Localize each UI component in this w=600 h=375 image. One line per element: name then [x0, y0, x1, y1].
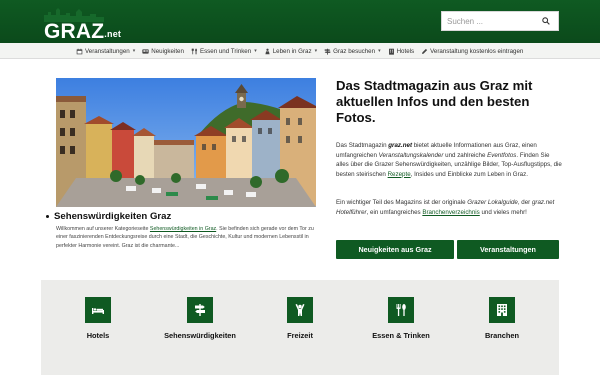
hero-caption-text: Willkommen auf unserer Kategorieseite Se…: [56, 225, 318, 250]
category-essen-trinken[interactable]: Essen & Trinken: [356, 297, 446, 340]
nav-label: Veranstaltung kostenlos eintragen: [430, 47, 524, 55]
nav-item-leben-in-graz[interactable]: Leben in Graz ▾: [264, 48, 317, 55]
intro-text: , ein umfangreiches: [366, 208, 423, 216]
pencil-icon: [422, 48, 428, 54]
intro-text: Ein wichtiger Teil des Magazins ist der …: [336, 199, 468, 206]
events-button[interactable]: Veranstaltungen: [457, 240, 559, 259]
cutlery-icon: [191, 48, 197, 54]
bullet-dot: [46, 215, 49, 218]
category-branchen[interactable]: Branchen: [457, 297, 547, 340]
chevron-down-icon: ▾: [254, 48, 257, 54]
category-icon-box: [187, 297, 213, 323]
nav-item-graz-besuchen[interactable]: Graz besuchen ▾: [324, 47, 381, 55]
nav-item-veranstaltungen[interactable]: Veranstaltungen ▾: [76, 48, 135, 55]
category-icon-box: [489, 297, 515, 323]
logo-suffix-text: .net: [104, 29, 122, 39]
category-label: Freizeit: [287, 331, 313, 340]
news-button[interactable]: Neuigkeiten aus Graz: [336, 240, 454, 259]
chevron-down-icon: ▾: [378, 48, 381, 54]
nav-label: Hotels: [396, 47, 415, 55]
page-headline: Das Stadtmagazin aus Graz mit aktuellen …: [336, 78, 533, 125]
person-cheering-icon: [295, 304, 305, 316]
nav-item-neuigkeiten[interactable]: Neuigkeiten: [142, 48, 184, 55]
caption-link-sehenswuerdigkeiten[interactable]: Sehenswürdigkeiten in Graz: [150, 226, 216, 232]
nav-label: Veranstaltungen: [85, 47, 130, 55]
intro-emphasis: Grazer Lokalguide: [467, 199, 518, 206]
calendar-icon: [76, 48, 83, 54]
bed-icon: [92, 308, 104, 314]
nav-item-essen-trinken[interactable]: Essen und Trinken ▾: [191, 48, 257, 55]
nav-item-event-eintragen[interactable]: Veranstaltung kostenlos eintragen: [421, 48, 523, 55]
nav-label: Neuigkeiten: [151, 47, 184, 55]
signpost-icon: [195, 304, 205, 316]
graz-city-photo: [56, 78, 316, 207]
main-navigation: Veranstaltungen ▾ Neuigkeiten Essen und T…: [0, 43, 600, 59]
cutlery-icon: [396, 304, 406, 316]
intro-brand: graz.net: [388, 142, 413, 149]
signpost-icon: [324, 48, 331, 55]
category-sehenswuerdigkeiten[interactable]: Sehenswürdigkeiten: [155, 297, 245, 340]
intro-emphasis: Eventfotos: [487, 151, 517, 159]
intro-text: Das Stadtmagazin: [336, 142, 389, 149]
category-strip: Hotels Sehenswürdigkeiten Freizeit Essen…: [41, 280, 559, 375]
intro-text: und zahlreiche: [443, 151, 488, 159]
building-icon: [497, 304, 507, 316]
nav-label: Graz besuchen: [333, 47, 376, 55]
search-icon[interactable]: [538, 13, 554, 29]
logo-main-text: GRAZ: [44, 20, 105, 43]
intro-text: , Insides und Einblicke zum Leben in Gra…: [410, 170, 528, 178]
intro-text: und vieles mehr!: [479, 208, 527, 216]
hero-image-graz[interactable]: [56, 78, 316, 207]
category-icon-box: [287, 297, 313, 323]
category-hotels[interactable]: Hotels: [53, 297, 143, 340]
category-label: Sehenswürdigkeiten: [164, 331, 236, 340]
category-label: Hotels: [86, 331, 110, 340]
chevron-down-icon: ▾: [132, 48, 136, 54]
link-branchenverzeichnis[interactable]: Branchenverzeichnis: [422, 209, 479, 216]
caption-text-part: Willkommen auf unserer Kategorieseite: [56, 226, 150, 232]
person-icon: [265, 48, 270, 54]
intro-text: , der: [517, 199, 532, 206]
category-label: Essen & Trinken: [372, 331, 430, 340]
link-rezepte[interactable]: Rezepte: [388, 171, 411, 178]
hero-title-text: Sehenswürdigkeiten Graz: [54, 211, 172, 222]
search-input[interactable]: [442, 12, 538, 30]
nav-item-hotels[interactable]: Hotels: [388, 47, 415, 55]
category-icon-box: [388, 297, 414, 323]
hero-caption-title[interactable]: Sehenswürdigkeiten Graz: [46, 211, 171, 222]
category-freizeit[interactable]: Freizeit: [255, 297, 345, 340]
intro-paragraph-2: Ein wichtiger Teil des Magazins ist der …: [336, 198, 562, 217]
intro-paragraph-1: Das Stadtmagazin graz.net bietet aktuell…: [336, 141, 562, 179]
chevron-down-icon: ▾: [314, 48, 318, 54]
hotel-icon: [388, 48, 394, 55]
nav-label: Leben in Graz: [272, 47, 312, 55]
nav-label: Essen und Trinken: [199, 47, 252, 55]
site-header: GRAZ.net: [0, 0, 600, 43]
intro-emphasis: Veranstaltungskalender: [378, 151, 444, 159]
search-box: [441, 11, 559, 31]
category-icon-box: [85, 297, 111, 323]
newspaper-icon: [142, 48, 149, 54]
category-label: Branchen: [484, 331, 520, 340]
